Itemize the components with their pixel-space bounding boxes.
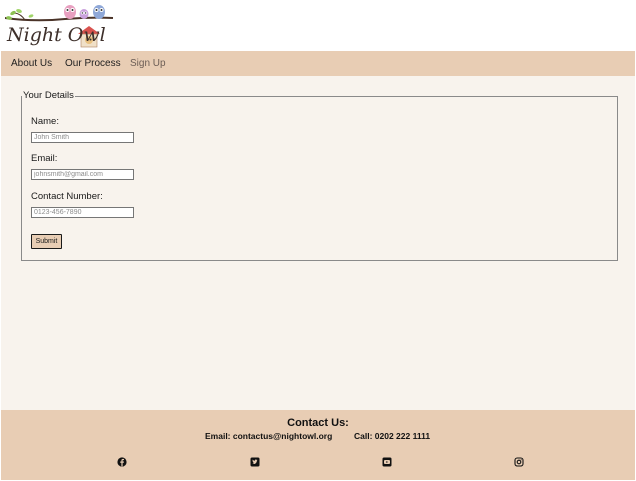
name-input[interactable] xyxy=(31,132,134,143)
youtube-icon[interactable] xyxy=(382,457,392,467)
nav-item-sign-up[interactable]: Sign Up xyxy=(130,58,166,69)
submit-button[interactable]: Submit xyxy=(31,234,62,249)
site-footer: Contact Us: Email: contactus@nightowl.or… xyxy=(1,410,635,480)
facebook-icon[interactable] xyxy=(117,457,127,467)
twitter-icon[interactable] xyxy=(250,457,260,467)
nav-item-about-us[interactable]: About Us xyxy=(11,58,52,69)
instagram-icon[interactable] xyxy=(514,457,524,467)
contact-us-heading: Contact Us: xyxy=(287,417,349,429)
site-header: Night Owl xyxy=(1,1,635,51)
email-input[interactable] xyxy=(31,169,134,180)
name-label: Name: xyxy=(31,116,59,127)
main-nav: About Us Our Process Sign Up xyxy=(1,51,635,76)
logo-wordmark: Night Owl xyxy=(7,24,106,46)
nav-item-our-process[interactable]: Our Process xyxy=(65,58,121,69)
email-label: Email: xyxy=(31,153,58,164)
fieldset-legend: Your Details xyxy=(22,90,75,101)
night-owl-logo[interactable]: Night Owl xyxy=(4,4,115,50)
contact-number-input[interactable] xyxy=(31,207,134,218)
your-details-fieldset: Your Details Name: Email: Contact Number… xyxy=(21,90,618,261)
contact-number-label: Contact Number: xyxy=(31,191,103,202)
main-content: Your Details Name: Email: Contact Number… xyxy=(1,76,635,410)
footer-phone: Call: 0202 222 1111 xyxy=(354,431,431,441)
footer-email[interactable]: Email: contactus@nightowl.org xyxy=(205,431,332,441)
